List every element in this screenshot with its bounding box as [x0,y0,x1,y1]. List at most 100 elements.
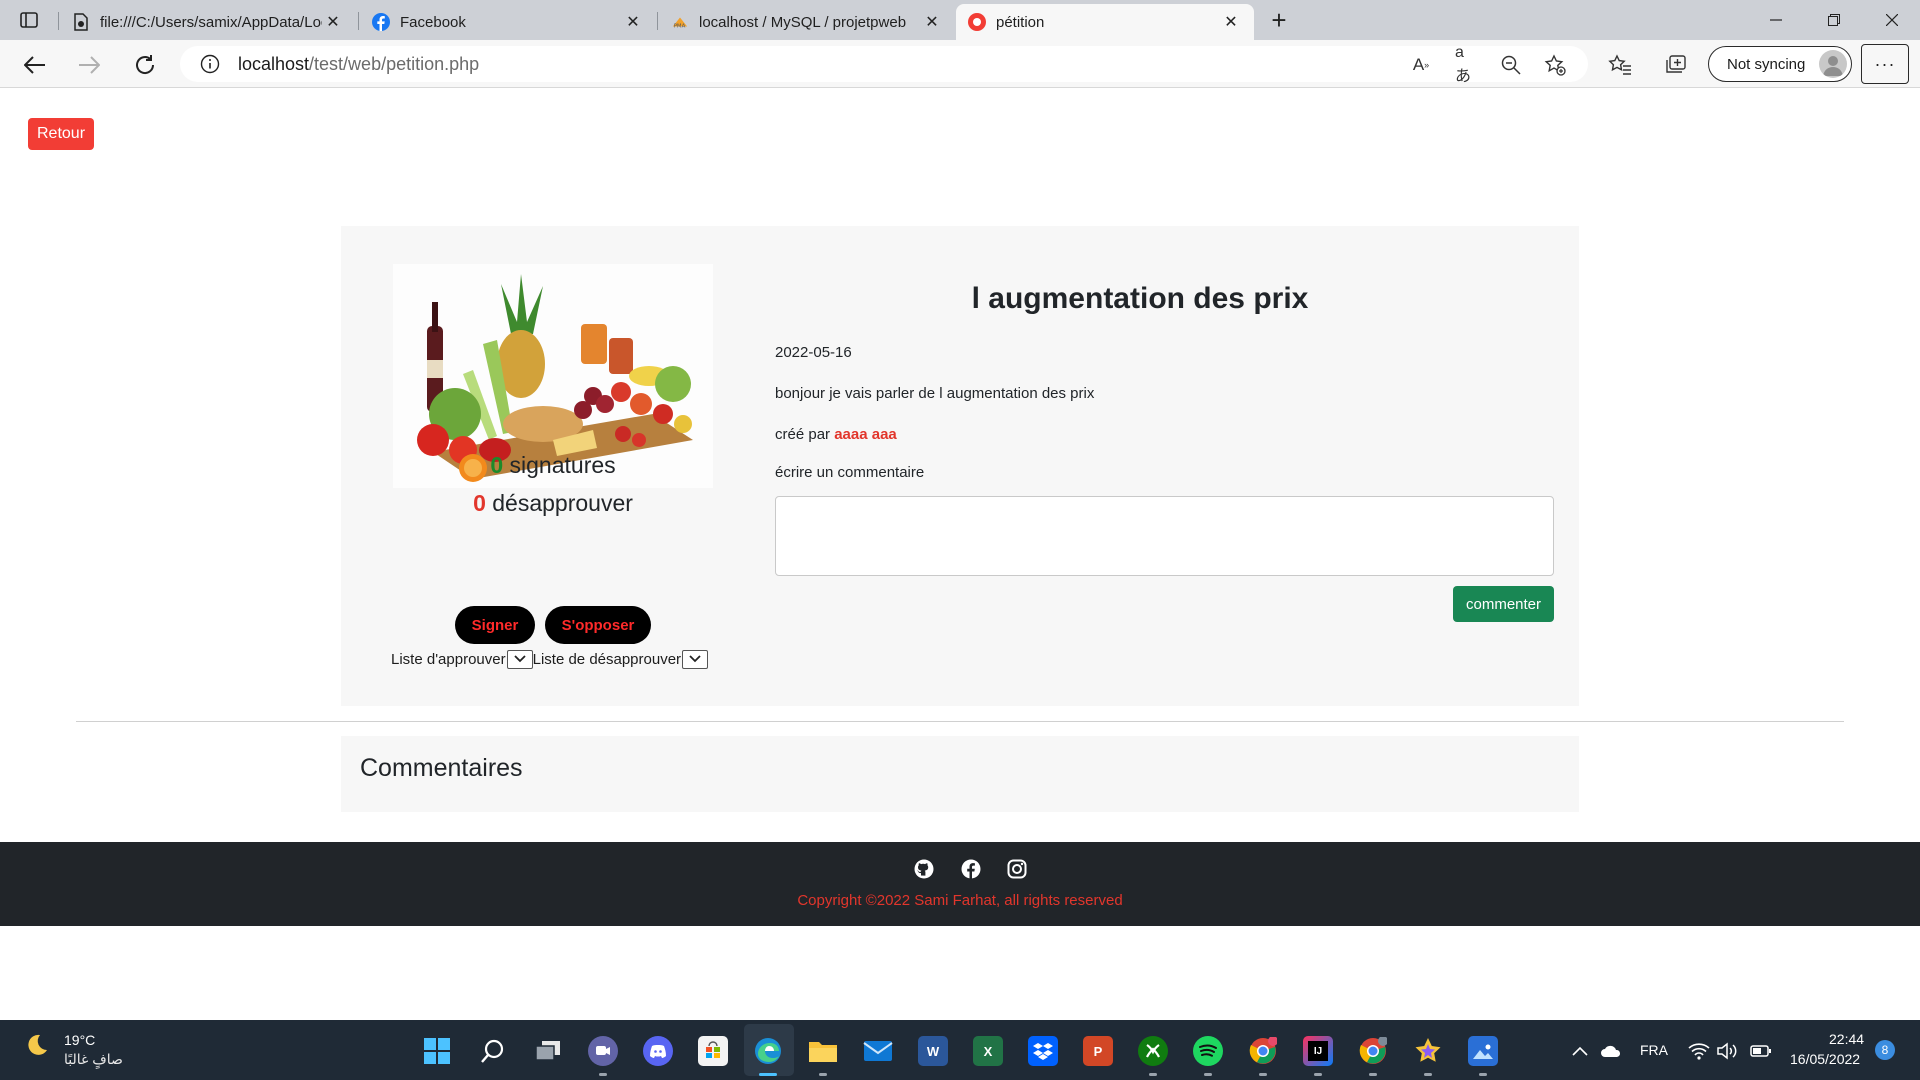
language-indicator[interactable]: FRA [1640,1042,1668,1058]
weather-widget[interactable]: 19°C صافٍ غالبًا [24,1032,123,1067]
page-viewport: Retour 0 signatures 0 désapprouver Signe… [0,88,1920,1020]
tab-phpmyadmin[interactable]: PMA localhost / MySQL / projetpweb ✕ [659,4,955,40]
excel-icon[interactable]: X [973,1036,1003,1066]
phpmyadmin-icon: PMA [671,13,689,31]
back-icon[interactable] [18,48,52,82]
tab-file[interactable]: file:///C:/Users/samix/AppData/Local ✕ [60,4,356,40]
refresh-icon[interactable] [128,48,162,82]
tab-actions-icon[interactable] [14,8,44,32]
running-indicator [1369,1073,1377,1076]
discord-icon[interactable] [643,1036,673,1066]
minimize-button[interactable] [1748,0,1804,40]
tab-title: localhost / MySQL / projetpweb [699,13,907,31]
settings-more-button[interactable]: ··· [1861,44,1909,84]
running-indicator [1259,1073,1267,1076]
page-footer: Copyright ©2022 Sami Farhat, all rights … [0,842,1920,926]
instagram-icon[interactable] [1006,858,1028,880]
edge-icon[interactable] [753,1036,783,1066]
running-indicator [1479,1073,1487,1076]
file-explorer-icon[interactable] [808,1036,838,1066]
volume-icon[interactable] [1716,1040,1738,1062]
petition-author[interactable]: aaaa aaa [834,426,897,443]
powerpoint-icon[interactable]: P [1083,1036,1113,1066]
disapprove-list-select[interactable] [682,649,709,669]
url-host: localhost [238,53,310,74]
forward-icon[interactable] [72,48,106,82]
disapprovals-count: 0 [473,490,486,516]
translate-icon[interactable]: aあ [1455,44,1477,85]
windows-start-icon[interactable] [422,1036,452,1066]
info-icon[interactable] [200,54,220,74]
close-icon[interactable]: ✕ [921,11,943,33]
chrome-profile-icon[interactable] [1358,1036,1388,1066]
tab-petition[interactable]: pétition ✕ [956,4,1254,40]
facebook-icon[interactable] [960,858,982,880]
browser-tab-strip: file:///C:/Users/samix/AppData/Local ✕ F… [0,0,1920,40]
tab-title: Facebook [400,13,466,31]
task-view-icon[interactable] [533,1036,563,1066]
petition-description: bonjour je vais parler de l augmentation… [775,385,1095,402]
petition-author-line: créé par aaaa aaa [775,426,897,443]
chrome-icon[interactable] [1248,1036,1278,1066]
search-icon[interactable] [478,1036,508,1066]
petition-title: l augmentation des prix [971,282,1309,315]
moon-icon [28,1034,47,1055]
notification-badge[interactable]: 8 [1875,1040,1895,1060]
star-app-icon[interactable] [1413,1036,1443,1066]
running-indicator [819,1073,827,1076]
xbox-icon[interactable] [1138,1036,1168,1066]
address-bar[interactable]: localhost/test/web/petition.php A» aあ [180,44,1588,85]
chevron-up-icon[interactable] [1569,1040,1591,1062]
windows-taskbar: 19°C صافٍ غالبًا W X P IJ FRA 22:44 16/0… [0,1020,1920,1080]
created-by-label: créé par [775,426,831,443]
clock-time[interactable]: 22:44 [1829,1031,1864,1047]
battery-icon[interactable] [1750,1040,1772,1062]
mail-icon[interactable] [863,1036,893,1066]
collections-icon[interactable] [1663,52,1689,78]
dropbox-icon[interactable] [1028,1036,1058,1066]
github-icon[interactable] [913,858,935,880]
close-icon[interactable]: ✕ [1220,11,1242,33]
close-window-button[interactable] [1864,0,1920,40]
favorites-icon[interactable] [1607,52,1633,78]
running-indicator [1424,1073,1432,1076]
sync-label: Not syncing [1727,55,1806,73]
read-aloud-icon[interactable]: A» [1410,54,1432,76]
comments-title: Commentaires [360,754,523,782]
running-indicator [1314,1073,1322,1076]
back-button[interactable]: Retour [28,118,95,150]
comment-textarea[interactable] [775,496,1554,576]
profile-sync-button[interactable]: Not syncing [1708,46,1852,82]
new-tab-button[interactable]: + [1264,6,1294,36]
comment-prompt: écrire un commentaire [775,464,925,481]
approve-list-select[interactable] [506,649,533,669]
wifi-icon[interactable] [1688,1040,1710,1062]
word-icon[interactable]: W [918,1036,948,1066]
close-icon[interactable]: ✕ [622,11,644,33]
teams-chat-icon[interactable] [588,1036,618,1066]
running-indicator [1204,1073,1212,1076]
spotify-icon[interactable] [1193,1036,1223,1066]
comment-button[interactable]: commenter [1453,586,1554,622]
url-text: localhost/test/web/petition.php [238,54,479,75]
petition-date: 2022-05-16 [775,344,852,361]
oppose-button[interactable]: S'opposer [545,606,651,644]
onedrive-icon[interactable] [1600,1040,1622,1062]
restore-button[interactable] [1806,0,1862,40]
close-icon[interactable]: ✕ [322,11,344,33]
add-favorite-icon[interactable] [1544,54,1566,76]
zoom-out-icon[interactable] [1500,54,1522,76]
lists-row: Liste d'approuver Liste de désapprouver [391,648,721,670]
photos-icon[interactable] [1468,1036,1498,1066]
section-divider [76,721,1844,722]
tab-facebook[interactable]: Facebook ✕ [360,4,656,40]
disapprove-list-label: Liste de désapprouver [532,650,682,668]
avatar [1819,50,1847,78]
intellij-icon[interactable]: IJ [1303,1036,1333,1066]
sign-button[interactable]: Signer [455,606,535,644]
microsoft-store-icon[interactable] [698,1036,728,1066]
disapprovals-counter: 0 désapprouver [341,490,765,517]
running-indicator [759,1073,777,1076]
clock-date[interactable]: 16/05/2022 [1790,1051,1860,1067]
signatures-count: 0 [490,452,504,478]
